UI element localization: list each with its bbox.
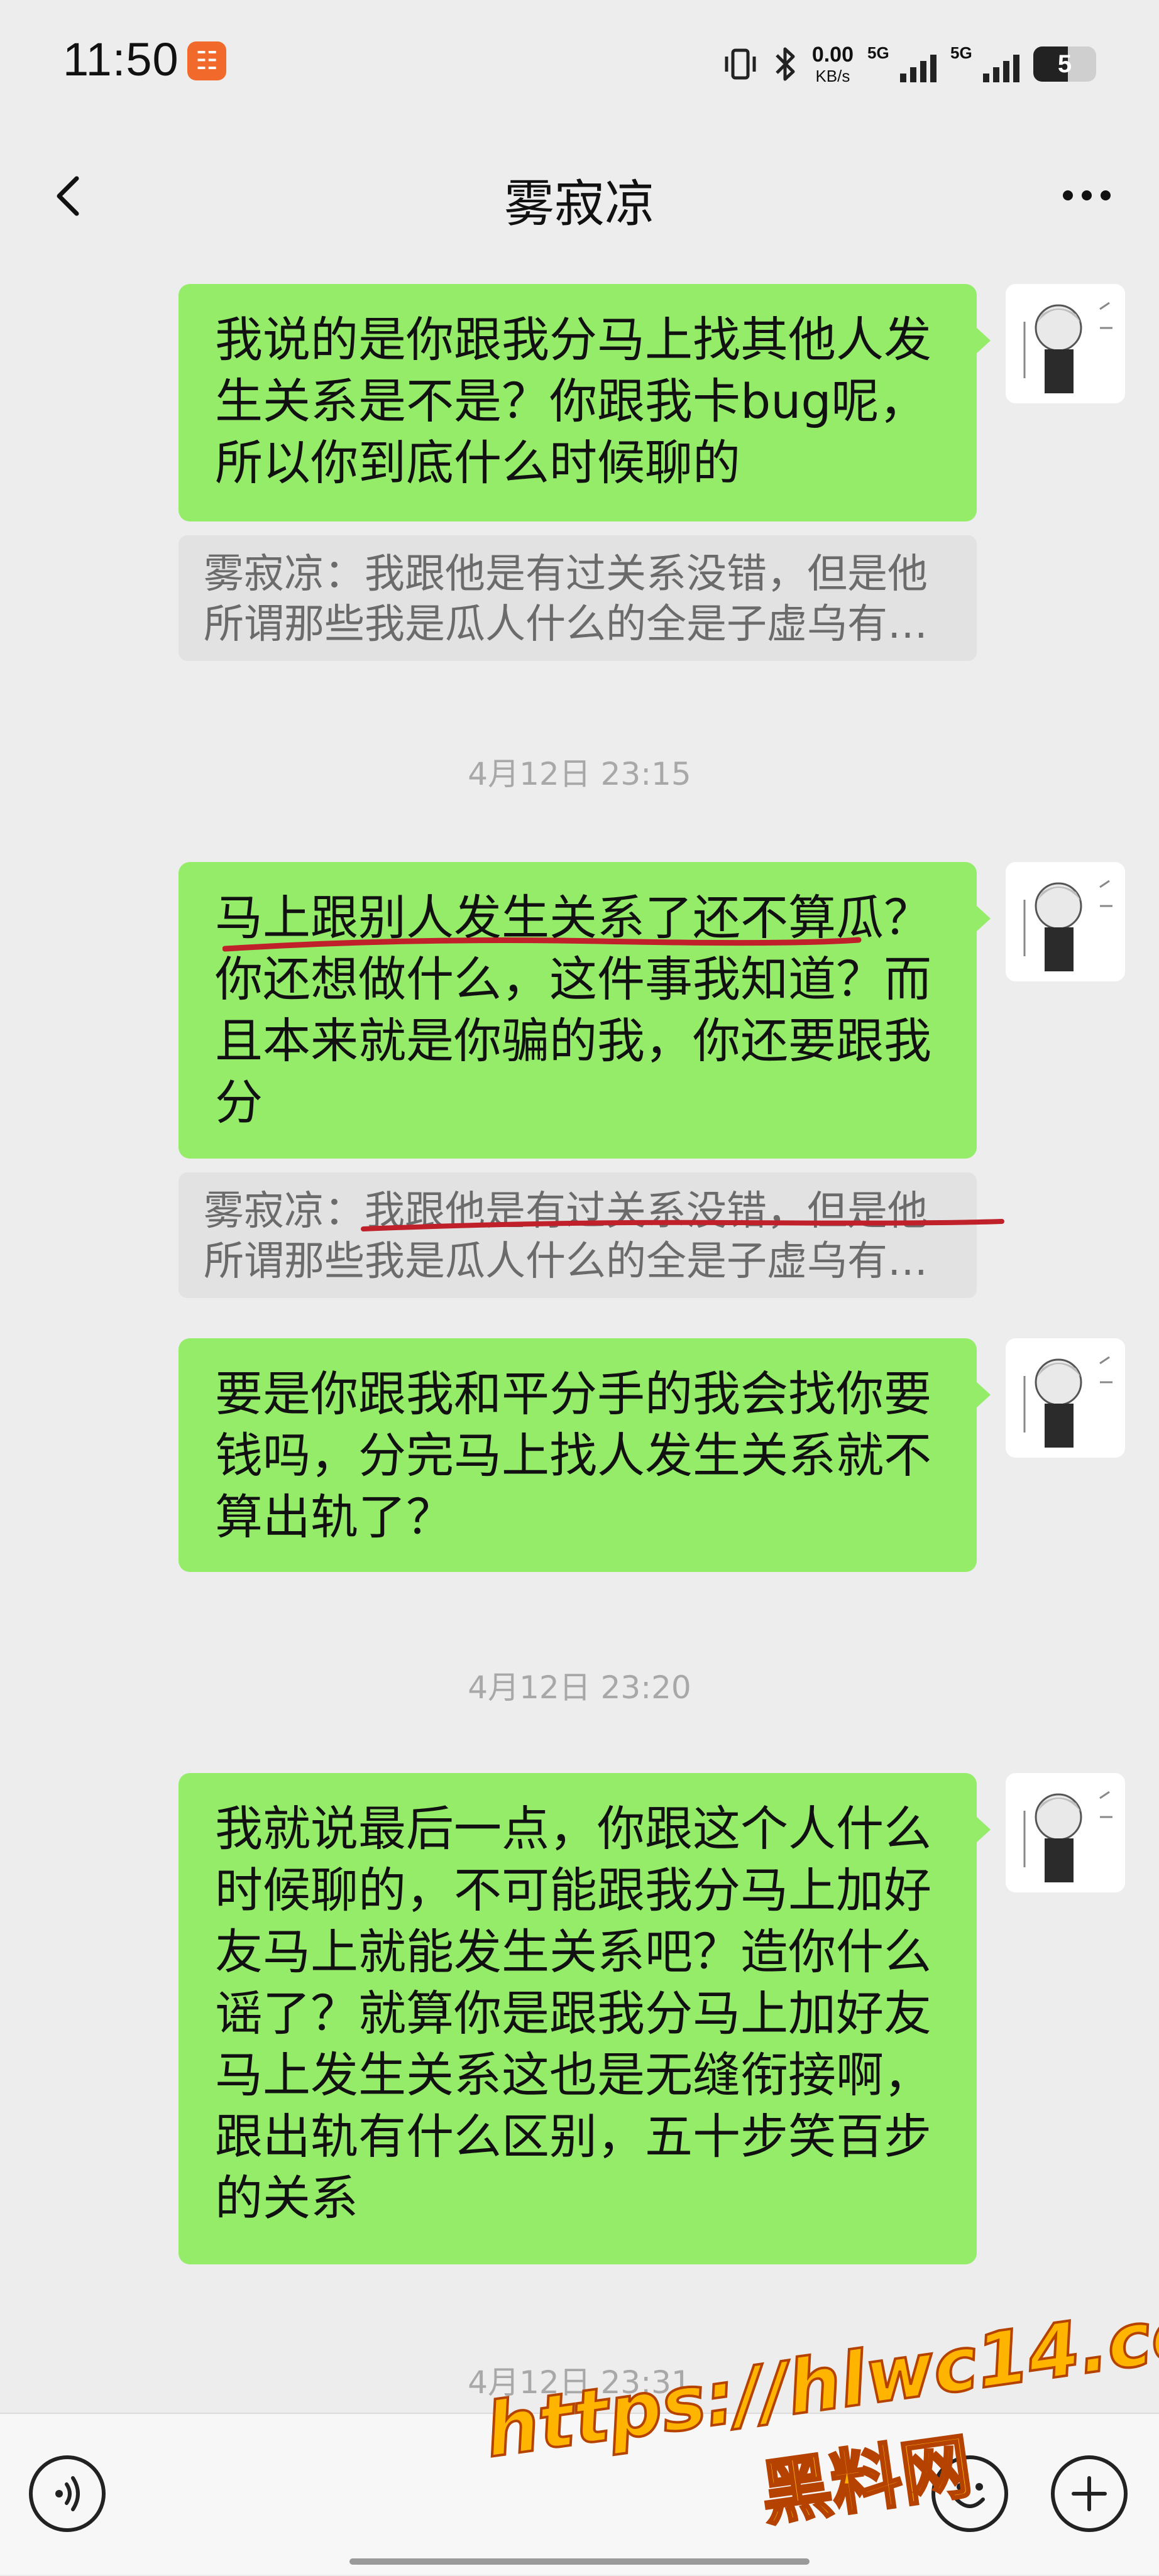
message-line: 算出轨了？ (215, 1489, 454, 1545)
voice-input-icon (55, 2476, 80, 2511)
quoted-reply[interactable]: 雾寂凉：我跟他是有过关系没错，但是他 所谓那些我是瓜人什么的全是子虚乌有… (179, 535, 977, 661)
red-underline-annotation (361, 1219, 1004, 1231)
red-underline-annotation (222, 937, 862, 952)
vibrate-icon (725, 48, 756, 80)
quote-line: 所谓那些我是瓜人什么的全是子虚乌有… (204, 601, 928, 648)
more-actions-button[interactable] (1051, 2455, 1128, 2532)
avatar-image (1006, 862, 1125, 981)
avatar-image (1006, 1773, 1125, 1892)
battery-icon: 5 (1033, 46, 1096, 82)
message-line: 你还想做什么，这件事我知道？而 (215, 951, 931, 1007)
status-time: 11:50 (63, 33, 179, 85)
signal-strength-2: 5G (950, 42, 1019, 86)
message-timestamp: 4月12日 23:15 (468, 756, 691, 792)
avatar[interactable] (1006, 284, 1125, 403)
more-button[interactable] (1052, 161, 1121, 230)
chat-title: 雾寂凉 (504, 175, 655, 233)
signal-bars-icon (983, 55, 1019, 82)
message-line: 友马上就能发生关系吧？造你什么 (215, 1924, 931, 1980)
message-line: 我说的是你跟我分马上找其他人发 (215, 312, 931, 368)
message-line: 钱吗，分完马上找人发生关系就不 (215, 1427, 931, 1483)
battery-level: 5 (1057, 50, 1072, 78)
message-timestamp: 4月12日 23:20 (468, 1669, 691, 1706)
network-speed-unit: KB/s (815, 67, 850, 85)
message-line: 我就说最后一点，你跟这个人什么 (215, 1801, 931, 1857)
emoji-button[interactable] (931, 2455, 1008, 2532)
avatar-image (1006, 1338, 1125, 1458)
message-line: 且本来就是你骗的我，你还要跟我 (215, 1013, 931, 1069)
signal-label: 5G (950, 43, 972, 62)
message-line: 生关系是不是？你跟我卡bug呢， (215, 373, 927, 429)
message-line: 马上发生关系这也是无缝衔接啊， (215, 2047, 931, 2103)
message-line: 的关系 (215, 2170, 358, 2226)
emoji-icon (955, 2483, 985, 2508)
app-notification-icon: ☷ (187, 41, 226, 80)
sent-message-bubble[interactable]: 我就说最后一点，你跟这个人什么 时候聊的，不可能跟我分马上加好 友马上就能发生关… (179, 1773, 991, 2264)
status-indicators: 0.00 KB/s 5G 5G 5 (722, 33, 1096, 96)
plus-icon (1072, 2476, 1107, 2511)
message-line: 所以你到底什么时候聊的 (215, 435, 740, 491)
voice-input-button[interactable] (29, 2455, 106, 2532)
quote-line: 雾寂凉：我跟他是有过关系没错，但是他 (204, 551, 928, 598)
network-speed-value: 0.00 (811, 43, 854, 67)
message-timestamp: 4月12日 23:31 (468, 2364, 691, 2401)
message-line: 要是你跟我和平分手的我会找你要 (215, 1366, 931, 1422)
bluetooth-icon (776, 47, 795, 81)
avatar[interactable] (1006, 1773, 1125, 1892)
sent-message-bubble[interactable]: 要是你跟我和平分手的我会找你要 钱吗，分完马上找人发生关系就不 算出轨了？ (179, 1338, 991, 1572)
avatar-image (1006, 284, 1125, 403)
avatar[interactable] (1006, 1338, 1125, 1458)
home-indicator[interactable] (349, 2558, 810, 2565)
chat-input-bar (0, 2413, 1159, 2575)
message-line: 时候聊的，不可能跟我分马上加好 (215, 1862, 931, 1918)
status-bar: 11:50 ☷ 0.00 KB/s 5G 5G 5 (0, 0, 1159, 126)
chat-header: 雾寂凉 (0, 126, 1159, 270)
network-speed: 0.00 KB/s (812, 44, 854, 84)
sent-message-bubble[interactable]: 马上跟别人发生关系了还不算瓜？ 你还想做什么，这件事我知道？而 且本来就是你骗的… (179, 862, 991, 1159)
avatar[interactable] (1006, 862, 1125, 981)
sent-message-bubble[interactable]: 我说的是你跟我分马上找其他人发 生关系是不是？你跟我卡bug呢， 所以你到底什么… (179, 284, 991, 521)
quoted-reply[interactable]: 雾寂凉：我跟他是有过关系没错，但是他 所谓那些我是瓜人什么的全是子虚乌有… (179, 1172, 1004, 1298)
signal-strength-1: 5G (867, 42, 937, 86)
signal-label: 5G (867, 43, 889, 62)
quote-line: 所谓那些我是瓜人什么的全是子虚乌有… (204, 1238, 928, 1285)
message-line: 分 (215, 1074, 263, 1130)
message-line: 跟出轨有什么区别，五十步笑百步 (215, 2109, 931, 2164)
message-line: 谣了？就算你是跟我分马上加好友 (215, 1985, 931, 2041)
signal-bars-icon (900, 55, 937, 82)
more-dots-icon (1063, 190, 1111, 200)
